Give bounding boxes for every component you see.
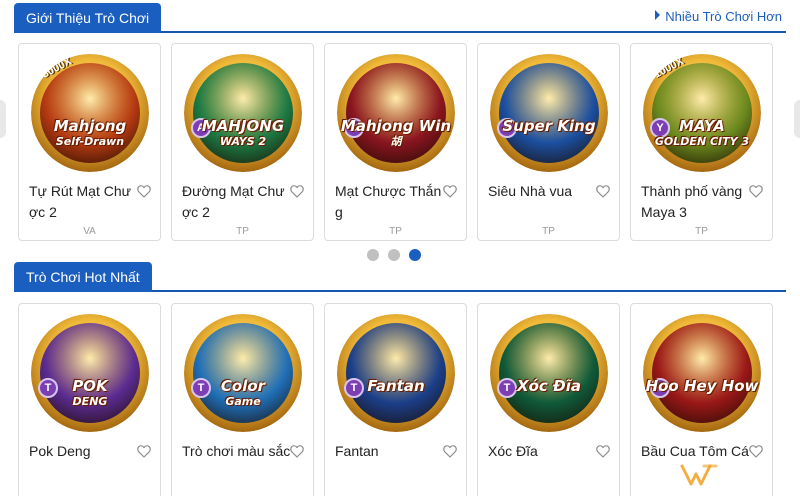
game-name: Thành phố vàng Maya 3 — [641, 183, 743, 220]
thumbnail-art — [499, 323, 599, 423]
thumbnail-logo-text: MAHJONG WAYS 2 — [184, 118, 302, 150]
game-card[interactable]: D Mahjong Win 胡 Mạt Chược Thắng TP — [324, 43, 467, 241]
carousel-dot-3[interactable] — [409, 249, 421, 261]
logo-subtitle: WAYS 2 — [219, 135, 267, 148]
game-name: Đường Mạt Chược 2 — [182, 183, 285, 220]
logo-subtitle: GOLDEN CITY 3 — [654, 135, 750, 148]
game-name: Xóc Đĩa — [488, 443, 538, 459]
thumbnail-logo-text: Fantan — [337, 378, 455, 394]
carousel-prev-arrow[interactable] — [0, 100, 6, 138]
game-thumbnail[interactable]: 1000X Y MAYA GOLDEN CITY 3 — [643, 54, 761, 172]
logo-title: MAHJONG — [201, 117, 285, 135]
provider-code: TP — [542, 226, 555, 237]
carousel-dots — [367, 248, 430, 262]
intro-section-title: Giới Thiệu Trò Chơi — [14, 3, 162, 33]
heart-outline-icon[interactable] — [289, 183, 305, 199]
logo-subtitle: Self-Drawn — [55, 135, 125, 148]
logo-title: MAYA — [679, 117, 725, 135]
provider-code: TP — [389, 226, 402, 237]
logo-title: POK — [72, 377, 108, 395]
heart-outline-icon[interactable] — [442, 443, 458, 459]
logo-title: Color — [220, 377, 266, 395]
watermark-logo — [680, 464, 718, 486]
heart-outline-icon[interactable] — [748, 183, 764, 199]
heart-outline-icon[interactable] — [748, 443, 764, 459]
thumbnail-art — [499, 63, 599, 163]
thumbnail-logo-text: Xóc Đĩa — [490, 378, 608, 394]
game-thumbnail[interactable]: T Hoo Hey How — [643, 314, 761, 432]
game-card[interactable]: 1000X Y MAYA GOLDEN CITY 3 Thành phố vàng Ma… — [630, 43, 773, 241]
logo-title: Xóc Đĩa — [517, 377, 581, 395]
logo-title: Mahjong — [53, 117, 127, 135]
carousel-dot-1[interactable] — [367, 249, 379, 261]
logo-subtitle: 胡 — [390, 135, 402, 148]
logo-title: Super King — [502, 117, 596, 135]
hot-section-header: Trò Chơi Hot Nhất — [14, 262, 786, 292]
provider-code: TP — [695, 226, 708, 237]
game-name: Fantan — [335, 443, 379, 459]
thumbnail-logo-text: Color Game — [184, 378, 302, 410]
heart-outline-icon[interactable] — [595, 443, 611, 459]
more-games-link[interactable]: Nhiều Trò Chơi Hơn — [655, 9, 782, 24]
logo-title: Mahjong Win — [340, 117, 452, 135]
thumbnail-logo-text: Mahjong Self-Drawn — [31, 118, 149, 150]
game-thumbnail[interactable]: D Mahjong Win 胡 — [337, 54, 455, 172]
game-name: Bầu Cua Tôm Cá — [641, 443, 749, 459]
triangle-right-icon — [655, 10, 661, 20]
thumbnail-logo-text: Hoo Hey How — [643, 378, 761, 394]
thumbnail-logo-text: POK DENG — [31, 378, 149, 410]
intro-section-header: Giới Thiệu Trò Chơi Nhiều Trò Chơi Hơn — [14, 3, 786, 33]
game-thumbnail[interactable]: T Xóc Đĩa — [490, 314, 608, 432]
game-thumbnail[interactable]: T Color Game — [184, 314, 302, 432]
provider-code: VA — [83, 226, 96, 237]
game-card[interactable]: T Fantan Fantan — [324, 303, 467, 496]
game-name: Pok Deng — [29, 443, 91, 459]
hot-section-title: Trò Chơi Hot Nhất — [14, 262, 152, 292]
game-card[interactable]: T Xóc Đĩa Xóc Đĩa — [477, 303, 620, 496]
carousel-next-arrow[interactable] — [794, 100, 800, 138]
heart-outline-icon[interactable] — [136, 183, 152, 199]
game-thumbnail[interactable]: T POK DENG — [31, 314, 149, 432]
game-card[interactable]: T Color Game Trò chơi màu sắc — [171, 303, 314, 496]
game-name: Trò chơi màu sắc — [182, 443, 291, 459]
heart-outline-icon[interactable] — [442, 183, 458, 199]
game-thumbnail[interactable]: 3000X Mahjong Self-Drawn — [31, 54, 149, 172]
logo-title: Fantan — [367, 377, 425, 395]
heart-outline-icon[interactable] — [289, 443, 305, 459]
heart-outline-icon[interactable] — [136, 443, 152, 459]
thumbnail-art — [346, 323, 446, 423]
thumbnail-logo-text: MAYA GOLDEN CITY 3 — [643, 118, 761, 150]
logo-subtitle: DENG — [72, 395, 108, 408]
thumbnail-logo-text: Super King — [490, 118, 608, 134]
carousel-dot-2[interactable] — [388, 249, 400, 261]
game-name: Mạt Chược Thắng — [335, 183, 442, 220]
game-name: Tự Rút Mạt Chược 2 — [29, 183, 131, 220]
game-card[interactable]: T POK DENG Pok Deng — [18, 303, 161, 496]
heart-outline-icon[interactable] — [595, 183, 611, 199]
thumbnail-logo-text: Mahjong Win 胡 — [337, 118, 455, 150]
logo-subtitle: Game — [225, 395, 261, 408]
logo-title: Hoo Hey How — [645, 377, 759, 395]
thumbnail-art — [652, 323, 752, 423]
game-card[interactable]: T Super King Siêu Nhà vua TP — [477, 43, 620, 241]
game-card[interactable]: 3000X Mahjong Self-Drawn Tự Rút Mạt Chược 2… — [18, 43, 161, 241]
more-games-label: Nhiều Trò Chơi Hơn — [665, 9, 782, 24]
game-thumbnail[interactable]: T Super King — [490, 54, 608, 172]
game-thumbnail[interactable]: T Fantan — [337, 314, 455, 432]
game-thumbnail[interactable]: A MAHJONG WAYS 2 — [184, 54, 302, 172]
game-name: Siêu Nhà vua — [488, 183, 573, 199]
provider-code: TP — [236, 226, 249, 237]
game-card[interactable]: A MAHJONG WAYS 2 Đường Mạt Chược 2 TP — [171, 43, 314, 241]
